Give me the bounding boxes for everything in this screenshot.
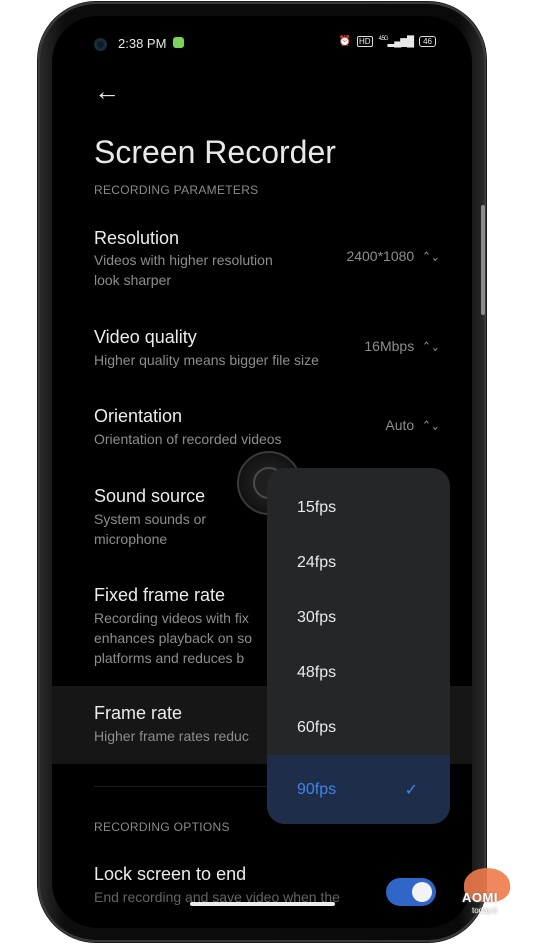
- setting-desc: Higher quality means bigger file size: [94, 352, 319, 368]
- notification-icon: [173, 37, 184, 48]
- checkmark-icon: ✓: [404, 781, 418, 799]
- chevron-up-down-icon: ⌃⌄: [422, 417, 440, 433]
- home-indicator[interactable]: [190, 902, 335, 906]
- value-text: Auto: [385, 417, 415, 433]
- frame-rate-dropdown: 15fps 24fps 30fps 48fps 60fps 90fps ✓: [267, 468, 450, 824]
- phone-side-button: [481, 205, 485, 315]
- setting-title: Sound source: [94, 486, 206, 506]
- phone-screen: 2:38 PM ⏰ HD 4.5G▂▄▆█ 46 ← Screen Record…: [52, 16, 472, 928]
- option-label: 60fps: [297, 718, 337, 736]
- chevron-up-down-icon: ⌃⌄: [422, 248, 440, 264]
- setting-desc: System sounds or: [94, 511, 207, 527]
- network-type: 4.5G: [378, 36, 389, 42]
- setting-title: Lock screen to end: [94, 864, 247, 884]
- option-label: 15fps: [297, 498, 337, 516]
- dropdown-option-60fps[interactable]: 60fps: [267, 700, 450, 755]
- option-label: 48fps: [297, 663, 337, 681]
- dropdown-option-90fps[interactable]: 90fps ✓: [267, 755, 450, 824]
- chevron-up-down-icon: ⌃⌄: [422, 338, 440, 354]
- setting-desc: Recording videos with fix: [94, 610, 249, 626]
- setting-desc: Videos with higher resolution: [94, 252, 273, 268]
- setting-title: Video quality: [94, 327, 197, 347]
- setting-value: 16Mbps ⌃⌄: [364, 338, 442, 354]
- status-icons: ⏰ HD 4.5G▂▄▆█ 46: [338, 36, 436, 48]
- site-logo: AOMI today.it: [450, 868, 524, 926]
- setting-title: Resolution: [94, 228, 180, 248]
- setting-desc: platforms and reduces b: [94, 650, 245, 666]
- option-label: 90fps: [297, 780, 337, 798]
- value-text: 2400*1080: [346, 248, 415, 264]
- setting-row-video-quality[interactable]: Video quality Higher quality means bigge…: [52, 316, 472, 386]
- option-label: 24fps: [297, 553, 337, 571]
- dropdown-option-24fps[interactable]: 24fps: [267, 535, 450, 590]
- lock-screen-toggle[interactable]: [386, 878, 436, 906]
- section-header-recording-parameters: RECORDING PARAMETERS: [94, 183, 259, 197]
- signal-icon: 4.5G▂▄▆█: [378, 36, 415, 48]
- dropdown-option-48fps[interactable]: 48fps: [267, 645, 450, 700]
- battery-icon: 46: [419, 36, 436, 48]
- page-title: Screen Recorder: [94, 134, 336, 170]
- back-arrow-icon[interactable]: ←: [94, 76, 120, 107]
- dropdown-option-15fps[interactable]: 15fps: [267, 480, 450, 535]
- front-camera: [94, 38, 107, 51]
- setting-desc: look sharper: [94, 272, 172, 288]
- setting-title: Orientation: [94, 406, 183, 426]
- logo-subtext: today.it: [472, 906, 498, 915]
- dropdown-option-30fps[interactable]: 30fps: [267, 590, 450, 645]
- alarm-icon: ⏰: [338, 36, 351, 48]
- status-time: 2:38 PM: [118, 36, 167, 51]
- setting-desc: enhances playback on so: [94, 630, 252, 646]
- option-label: 30fps: [297, 608, 337, 626]
- setting-desc: Orientation of recorded videos: [94, 431, 282, 447]
- logo-text: AOMI: [462, 890, 498, 905]
- setting-desc: Higher frame rates reduc: [94, 728, 249, 744]
- setting-value: 2400*1080 ⌃⌄: [346, 248, 442, 264]
- setting-value: Auto ⌃⌄: [385, 417, 442, 433]
- setting-desc: microphone: [94, 531, 168, 547]
- setting-title: Fixed frame rate: [94, 585, 226, 605]
- setting-row-resolution[interactable]: Resolution Videos with higher resolution…: [52, 216, 472, 306]
- toggle-knob: [412, 882, 432, 902]
- setting-title: Frame rate: [94, 703, 183, 723]
- status-bar: 2:38 PM ⏰ HD 4.5G▂▄▆█ 46: [52, 16, 472, 66]
- value-text: 16Mbps: [364, 338, 415, 354]
- section-header-recording-options: RECORDING OPTIONS: [94, 820, 230, 834]
- hd-icon: HD: [356, 36, 373, 48]
